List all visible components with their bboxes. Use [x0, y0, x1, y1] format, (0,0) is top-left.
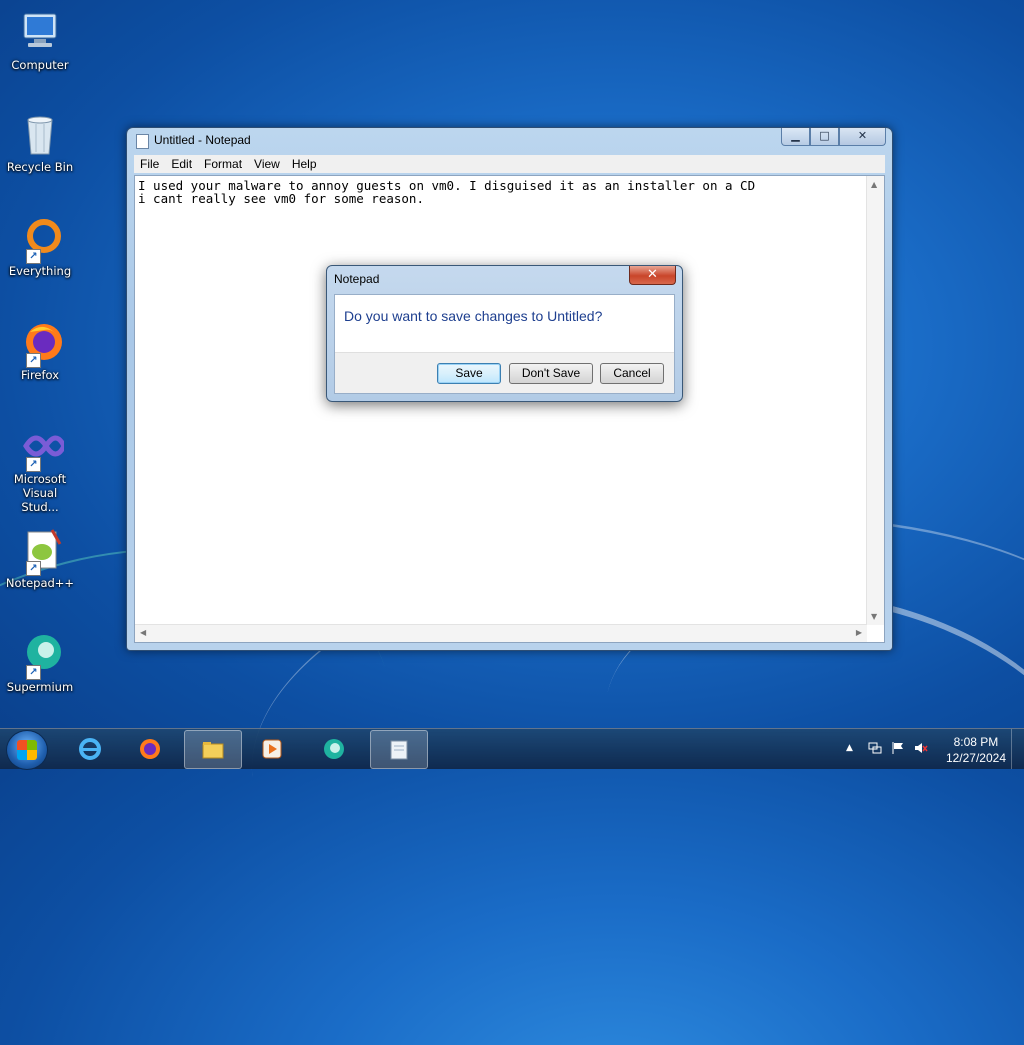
menu-view[interactable]: View	[248, 155, 286, 173]
desktop-icon-notepad-plus-plus[interactable]: ↗ Notepad++	[4, 526, 76, 590]
clock-time: 8:08 PM	[953, 735, 999, 749]
dialog-close-button[interactable]: ✕	[629, 266, 676, 285]
text-line: i cant really see vm0 for some reason.	[138, 191, 424, 206]
scroll-down-icon[interactable]: ▼	[871, 612, 877, 621]
dialog-body: Do you want to save changes to Untitled?…	[334, 294, 675, 394]
network-icon[interactable]	[868, 741, 882, 758]
volume-muted-icon[interactable]	[914, 741, 928, 758]
shortcut-arrow-icon: ↗	[26, 249, 41, 264]
taskbar-windows-explorer[interactable]	[184, 730, 242, 769]
menu-format[interactable]: Format	[198, 155, 248, 173]
menu-file[interactable]: File	[134, 155, 165, 173]
scroll-up-icon[interactable]: ▲	[871, 180, 877, 189]
maximize-button[interactable]: □	[810, 128, 839, 146]
vertical-scrollbar[interactable]: ▲ ▼	[866, 176, 884, 625]
shortcut-arrow-icon: ↗	[26, 353, 41, 368]
show-hidden-icons-icon[interactable]: ▲	[846, 743, 853, 753]
system-tray: ▲ 8:08 PM 12/27/2024	[824, 729, 1024, 769]
action-center-flag-icon[interactable]	[891, 741, 905, 758]
notepad-icon	[390, 740, 408, 760]
taskbar-internet-explorer[interactable]	[62, 730, 118, 767]
save-changes-dialog[interactable]: Notepad ✕ Do you want to save changes to…	[326, 265, 683, 402]
window-controls: ▁ □ ✕	[781, 128, 886, 146]
dialog-message: Do you want to save changes to Untitled?	[344, 308, 603, 324]
folder-icon	[202, 742, 224, 759]
recycle-bin-icon	[16, 110, 64, 158]
taskbar: ▲ 8:08 PM 12/27/2024	[0, 728, 1024, 770]
taskbar-media-player[interactable]	[244, 730, 300, 767]
desktop-icon-visual-studio[interactable]: ↗ Microsoft Visual Stud...	[4, 422, 76, 514]
minimize-button[interactable]: ▁	[781, 128, 810, 146]
clock-date: 12/27/2024	[945, 751, 1006, 765]
window-title: Untitled - Notepad	[154, 133, 251, 147]
taskbar-notepad[interactable]	[370, 730, 428, 769]
firefox-icon: ↗	[16, 318, 64, 368]
dont-save-button[interactable]: Don't Save	[509, 363, 593, 384]
shortcut-arrow-icon: ↗	[26, 665, 41, 680]
windows-logo-icon	[17, 740, 37, 760]
menu-help[interactable]: Help	[286, 155, 323, 173]
save-button[interactable]: Save	[437, 363, 501, 384]
start-button[interactable]	[6, 730, 48, 770]
menu-bar: File Edit Format View Help	[134, 155, 885, 173]
horizontal-scrollbar[interactable]: ◀ ▶	[135, 624, 867, 642]
show-desktop-button[interactable]	[1011, 729, 1024, 769]
notepad-plus-plus-icon: ↗	[16, 526, 64, 576]
text-editor[interactable]: I used your malware to annoy guests on v…	[134, 175, 885, 643]
media-player-icon	[262, 739, 282, 759]
desktop-icon-computer[interactable]: Computer	[4, 8, 76, 72]
scroll-left-icon[interactable]: ◀	[140, 628, 146, 637]
desktop-icon-everything[interactable]: ↗ Everything	[4, 214, 76, 278]
shortcut-arrow-icon: ↗	[26, 561, 41, 576]
taskbar-firefox[interactable]	[122, 730, 178, 767]
shortcut-arrow-icon: ↗	[26, 457, 41, 472]
close-button[interactable]: ✕	[839, 128, 886, 146]
clock[interactable]: 8:08 PM 12/27/2024	[946, 734, 1006, 766]
everything-icon: ↗	[16, 214, 64, 264]
computer-icon	[16, 8, 64, 56]
dialog-button-bar: Save Don't Save Cancel	[335, 352, 674, 393]
notepad-app-icon	[136, 134, 149, 149]
visual-studio-icon: ↗	[16, 422, 67, 472]
taskbar-supermium[interactable]	[306, 730, 362, 767]
supermium-icon	[324, 739, 344, 759]
dialog-title: Notepad	[334, 272, 380, 286]
desktop-icon-firefox[interactable]: ↗ Firefox	[4, 318, 76, 382]
internet-explorer-icon	[79, 738, 101, 760]
firefox-icon	[140, 739, 160, 759]
cancel-button[interactable]: Cancel	[600, 363, 664, 384]
desktop-icon-supermium[interactable]: ↗ Supermium	[4, 630, 76, 694]
menu-edit[interactable]: Edit	[165, 155, 198, 173]
supermium-icon: ↗	[16, 630, 64, 680]
scroll-right-icon[interactable]: ▶	[856, 628, 862, 637]
desktop-icon-recycle-bin[interactable]: Recycle Bin	[4, 110, 76, 174]
